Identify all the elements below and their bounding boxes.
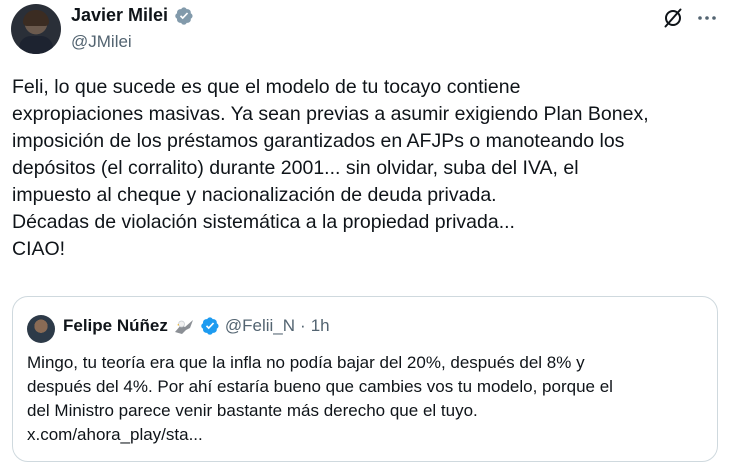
quoted-tweet-card[interactable]: Felipe Núñez @Felii_N · 1h Mingo, tu teo…	[12, 296, 718, 462]
grok-icon[interactable]	[661, 6, 685, 30]
tweet-line: Décadas de violación sistemática a la pr…	[12, 211, 515, 233]
quoted-tweet-text: Mingo, tu teoría era que la infla no pod…	[27, 351, 707, 447]
quoted-author-name[interactable]: Felipe Núñez	[63, 316, 168, 336]
quoted-author-avatar[interactable]	[27, 315, 55, 343]
tweet-text: Feli, lo que sucede es que el modelo de …	[12, 74, 724, 263]
tweet-line: depósitos (el corralito) durante 2001...…	[12, 157, 579, 179]
verified-badge-icon	[175, 6, 193, 25]
quoted-author-handle[interactable]: @Felii_N	[225, 316, 295, 336]
author-avatar[interactable]	[11, 4, 61, 54]
tweet-line: impuesto al cheque y nacionalización de …	[12, 184, 497, 206]
quoted-tweet-header: Felipe Núñez @Felii_N · 1h	[63, 316, 330, 336]
quoted-link[interactable]: x.com/ahora_play/sta...	[27, 423, 707, 447]
tweet-line: imposición de los préstamos garantizados…	[12, 130, 625, 152]
author-name-row[interactable]: Javier Milei	[71, 5, 194, 26]
separator-dot: ·	[300, 316, 306, 335]
quoted-line: después del 4%. Por ahí estaría bueno qu…	[27, 377, 613, 396]
author-name[interactable]: Javier Milei	[71, 5, 168, 26]
tweet-line: Feli, lo que sucede es que el modelo de …	[12, 76, 521, 98]
verified-badge-icon	[201, 317, 219, 335]
tweet-line: CIAO!	[12, 238, 66, 260]
eagle-emoji-icon	[174, 320, 193, 334]
tweet-line: expropiaciones masivas. Ya sean previas …	[12, 103, 649, 125]
quoted-line: Mingo, tu teoría era que la infla no pod…	[27, 353, 585, 372]
more-icon[interactable]	[695, 6, 719, 30]
quoted-timestamp[interactable]: 1h	[311, 316, 330, 336]
author-handle[interactable]: @JMilei	[71, 32, 132, 52]
quoted-line: del Ministro parece venir bastante más d…	[27, 401, 478, 420]
